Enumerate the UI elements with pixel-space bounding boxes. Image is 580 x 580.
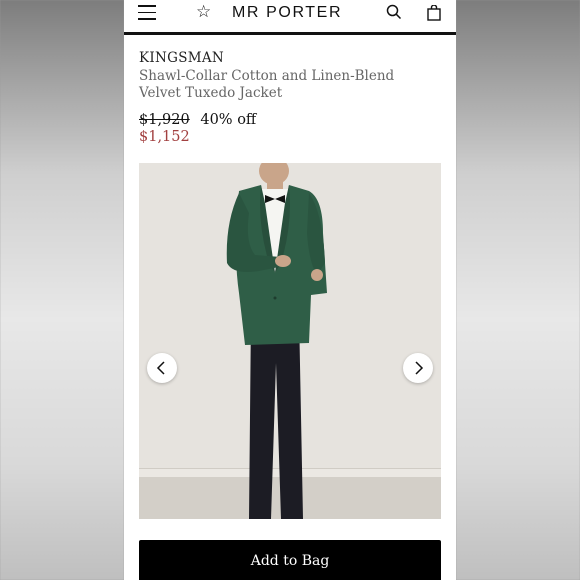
product-image-gallery[interactable] [139, 163, 441, 519]
chevron-left-icon [156, 361, 165, 375]
search-icon[interactable] [386, 4, 402, 20]
star-icon[interactable]: ☆ [196, 2, 211, 22]
background-blur-right [456, 0, 580, 580]
bag-icon[interactable] [426, 5, 442, 21]
product-info: KINGSMAN Shawl-Collar Cotton and Linen-B… [139, 50, 439, 145]
sale-price: $1,152 [139, 129, 190, 145]
original-price: $1,920 [139, 112, 190, 128]
product-image [226, 163, 327, 519]
menu-icon[interactable] [138, 5, 156, 21]
page-container: ☆ MR PORTER KINGSMAN Shawl-Collar Cotton… [124, 0, 456, 580]
price-row: $1,920 40% off [139, 112, 439, 128]
product-title: Shawl-Collar Cotton and Linen-Blend Velv… [139, 68, 395, 101]
gallery-prev-button[interactable] [147, 353, 177, 383]
logo[interactable]: MR PORTER [232, 4, 342, 22]
product-brand[interactable]: KINGSMAN [139, 50, 439, 66]
add-to-bag-button[interactable]: Add to Bag [139, 540, 441, 580]
header-bar: ☆ MR PORTER [124, 0, 456, 35]
discount-label: 40% off [200, 112, 257, 128]
gallery-next-button[interactable] [403, 353, 433, 383]
chevron-right-icon [415, 361, 424, 375]
background-blur-left [0, 0, 124, 580]
